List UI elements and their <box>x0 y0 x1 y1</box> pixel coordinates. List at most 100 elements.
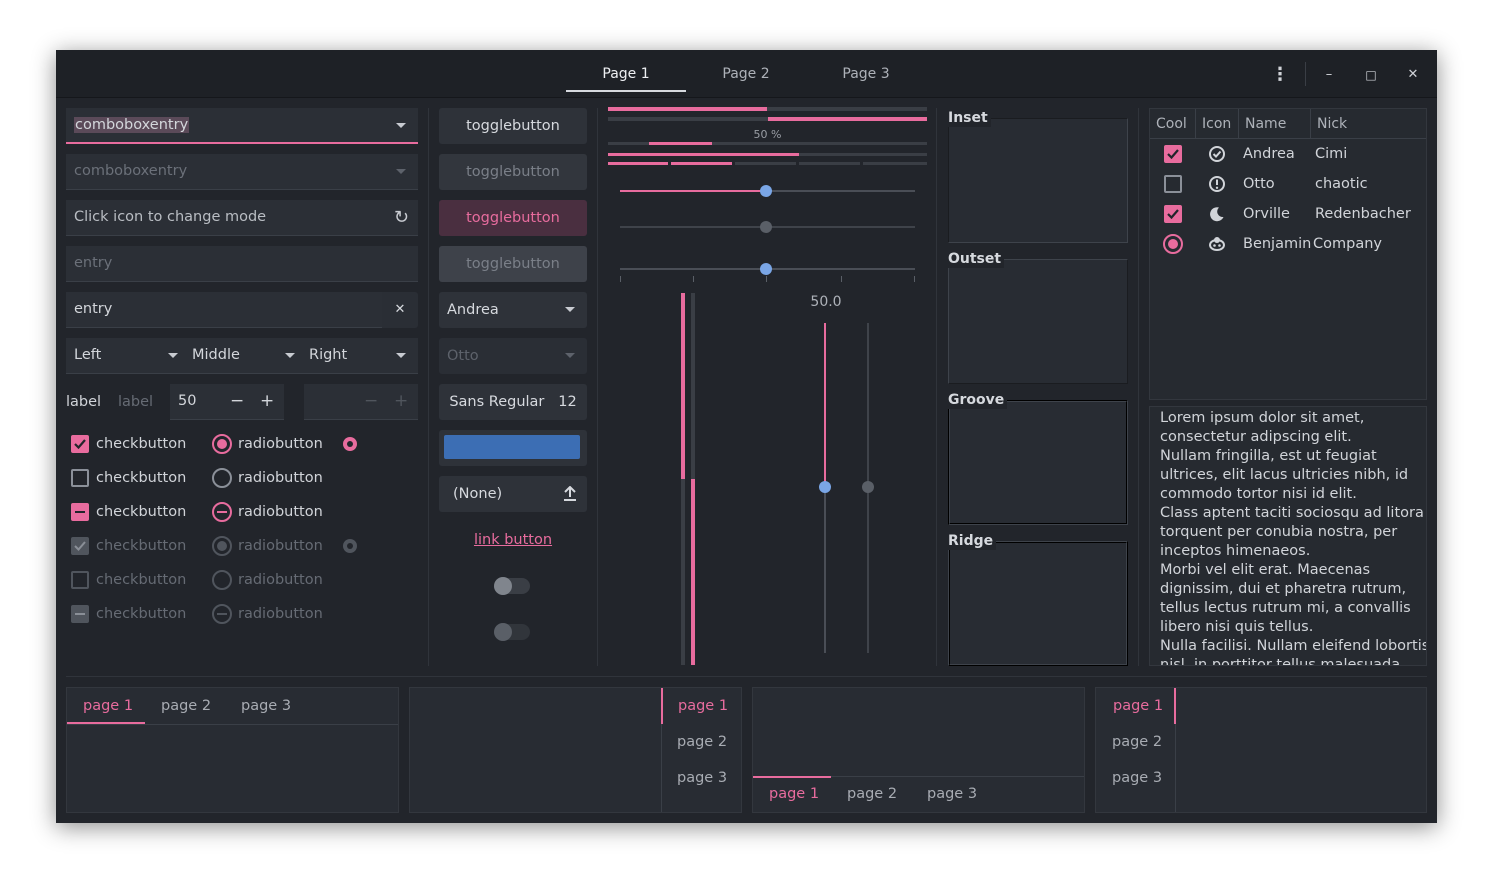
plus-icon[interactable]: + <box>260 384 274 419</box>
file-chooser-button[interactable]: (None) <box>439 476 587 512</box>
radiobutton-label[interactable]: radiobutton <box>238 434 323 454</box>
slider-handle[interactable] <box>760 263 772 275</box>
row-nick: chaotic <box>1315 176 1368 192</box>
slider-handle[interactable] <box>760 185 772 197</box>
active-tab-indicator <box>661 688 663 724</box>
combo-middle[interactable]: Middle <box>184 338 301 374</box>
checkbutton-label[interactable]: checkbutton <box>96 434 186 454</box>
entry-field[interactable]: entry <box>66 292 382 328</box>
checkbox-checked[interactable] <box>71 435 89 453</box>
tab-page-3[interactable]: Page 3 <box>806 50 926 92</box>
notebook-tabs-right: page 1 page 2 page 3 <box>409 687 742 813</box>
column-separator <box>597 108 598 666</box>
font-button[interactable]: Sans Regular 12 <box>439 384 587 420</box>
notebook-tab-page-3[interactable]: page 3 <box>927 784 977 804</box>
notebook-tabs-left: page 1 page 2 page 3 <box>1095 687 1427 813</box>
frame-inset <box>948 118 1128 243</box>
radio-indeterminate[interactable] <box>212 502 232 522</box>
radio-unchecked[interactable] <box>212 468 232 488</box>
notebook-tab-page-1[interactable]: page 1 <box>769 784 819 804</box>
tree-view[interactable]: Cool Icon Name Nick Andrea Cimi Otto cha… <box>1149 108 1427 400</box>
togglebutton[interactable]: togglebutton <box>439 108 587 144</box>
column-separator <box>936 108 937 666</box>
minimize-icon[interactable]: – <box>1318 64 1340 86</box>
combobox-entry-text[interactable]: comboboxentry <box>74 117 190 133</box>
refresh-icon[interactable]: ↻ <box>394 200 409 235</box>
switch-off[interactable] <box>494 577 530 595</box>
row-checkbox[interactable] <box>1164 205 1182 223</box>
close-icon[interactable]: ✕ <box>1402 64 1424 86</box>
column-header-nick[interactable]: Nick <box>1311 109 1426 139</box>
segmented-progress <box>608 162 927 165</box>
clear-entry-button[interactable]: ✕ <box>382 292 418 328</box>
spin-button-disabled: − + <box>304 384 418 420</box>
tab-page-1[interactable]: Page 1 <box>566 50 686 92</box>
notebook-tab-page-2[interactable]: page 2 <box>161 696 211 716</box>
progress-bar-3 <box>608 142 927 145</box>
spin-button[interactable]: 50 − + <box>170 384 284 420</box>
notebook-tab-page-1[interactable]: page 1 <box>1113 696 1163 716</box>
slider-handle[interactable] <box>819 481 831 493</box>
row-name: Benjamin <box>1243 236 1312 252</box>
chevron-down-icon[interactable] <box>565 307 575 312</box>
column-header-icon[interactable]: Icon <box>1196 109 1239 139</box>
notebook-tab-page-3[interactable]: page 3 <box>241 696 291 716</box>
menu-icon[interactable]: ⋮ <box>1269 64 1291 86</box>
moon-icon <box>1210 207 1224 222</box>
check-circle-icon <box>1209 146 1225 162</box>
color-button[interactable] <box>439 430 587 466</box>
combo-right[interactable]: Right <box>301 338 418 374</box>
text-view[interactable]: Lorem ipsum dolor sit amet, consectetur … <box>1149 406 1427 666</box>
chevron-down-icon[interactable] <box>396 123 406 128</box>
checkbutton-label[interactable]: checkbutton <box>96 502 186 522</box>
row-checkbox[interactable] <box>1164 175 1182 193</box>
notebook-tab-page-2[interactable]: page 2 <box>677 732 727 752</box>
scale-vertical-1[interactable] <box>819 323 831 653</box>
checkbutton-label[interactable]: checkbutton <box>96 468 186 488</box>
minus-icon[interactable]: − <box>230 384 244 419</box>
upload-icon <box>564 486 576 501</box>
tab-page-2[interactable]: Page 2 <box>686 50 806 92</box>
chevron-down-icon[interactable] <box>396 353 406 358</box>
radiobutton-label-disabled: radiobutton <box>238 606 323 622</box>
combo-andrea[interactable]: Andrea <box>439 292 587 328</box>
notebook-tab-page-3[interactable]: page 3 <box>677 768 727 788</box>
progress-bar-1 <box>608 107 927 111</box>
switch-off-disabled <box>494 623 530 641</box>
column-header-name[interactable]: Name <box>1239 109 1311 139</box>
mode-entry[interactable]: Click icon to change mode ↻ <box>66 200 418 236</box>
row-checkbox[interactable] <box>1164 145 1182 163</box>
notebook-tab-page-2[interactable]: page 2 <box>847 784 897 804</box>
checkbox-unchecked[interactable] <box>71 469 89 487</box>
notebook-tab-page-2[interactable]: page 2 <box>1112 732 1162 752</box>
radiobutton-label[interactable]: radiobutton <box>238 502 323 522</box>
radio-checked[interactable] <box>212 434 232 454</box>
spin-value: 50 <box>178 393 197 409</box>
radiobutton-label[interactable]: radiobutton <box>238 468 323 488</box>
scale-horizontal-marks[interactable] <box>620 263 915 282</box>
notebook-tab-page-3[interactable]: page 3 <box>1112 768 1162 788</box>
header-bar: Page 1 Page 2 Page 3 ⋮ – □ ✕ <box>56 50 1437 98</box>
togglebutton-active[interactable]: togglebutton <box>439 200 587 236</box>
chevron-down-icon[interactable] <box>285 353 295 358</box>
row-name: Andrea <box>1243 146 1295 162</box>
combo-left[interactable]: Left <box>66 338 184 374</box>
checkbox-indeterminate[interactable] <box>71 503 89 521</box>
row-radio[interactable] <box>1163 234 1183 254</box>
scale-horizontal-1[interactable] <box>620 185 915 197</box>
frame-outset-title: Outset <box>948 250 1005 268</box>
frame-outset <box>948 259 1128 384</box>
checkbutton-label-disabled: checkbutton <box>96 606 187 622</box>
maximize-icon[interactable]: □ <box>1360 64 1382 86</box>
progress-bar-2 <box>608 117 927 121</box>
tree-header: Cool Icon Name Nick <box>1150 109 1426 139</box>
radio-indicator-only[interactable] <box>343 437 357 451</box>
notebook-tab-page-1[interactable]: page 1 <box>83 696 133 716</box>
font-size: 12 <box>558 394 577 410</box>
link-button[interactable]: link button <box>439 530 587 550</box>
combobox-entry[interactable]: comboboxentry <box>66 108 418 144</box>
column-header-cool[interactable]: Cool <box>1150 109 1196 139</box>
label-disabled: label <box>118 394 154 410</box>
notebook-tab-page-1[interactable]: page 1 <box>678 696 728 716</box>
chevron-down-icon[interactable] <box>168 353 178 358</box>
